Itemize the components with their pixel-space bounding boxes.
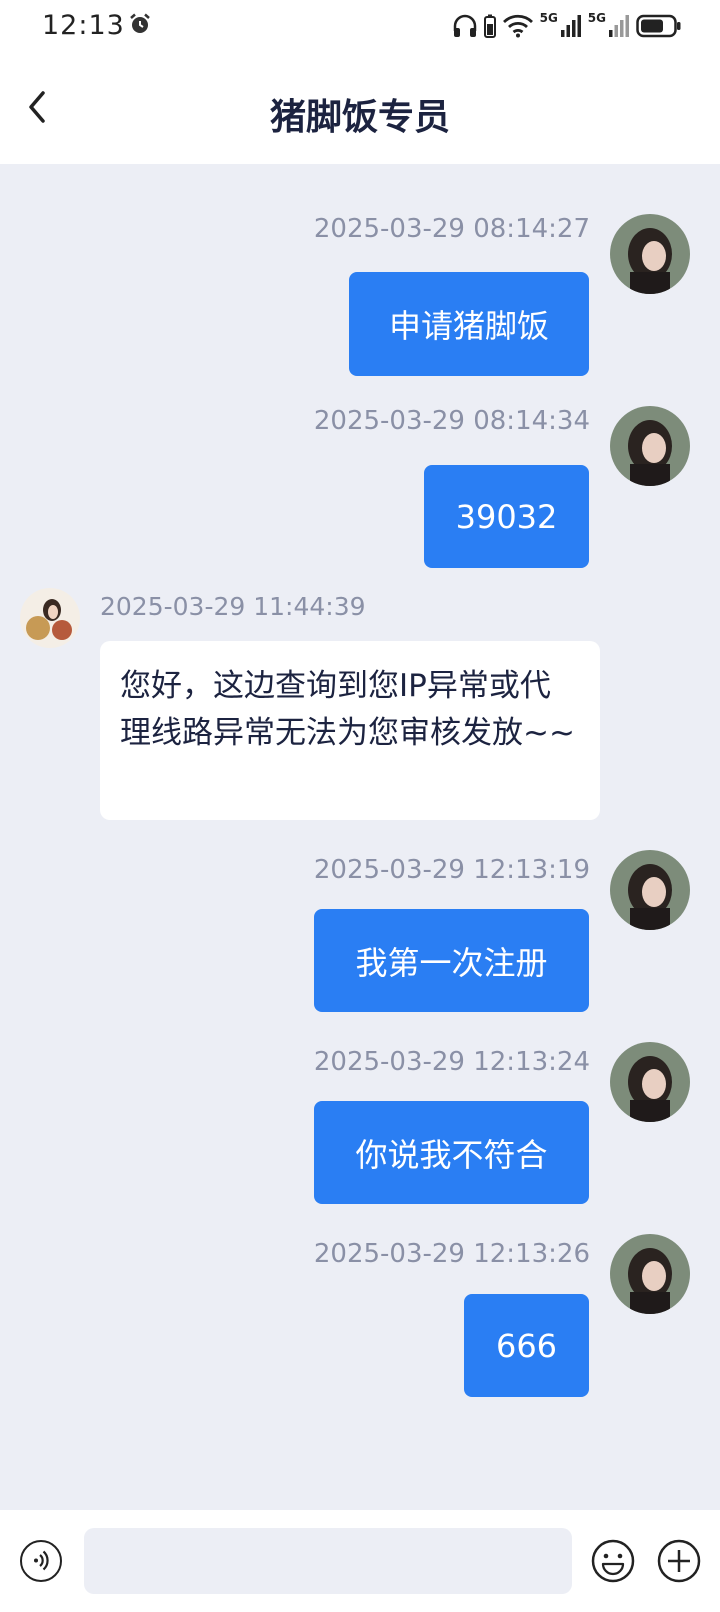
avatar[interactable] <box>610 1042 690 1122</box>
status-time: 12:13 <box>42 10 125 41</box>
avatar[interactable] <box>610 1234 690 1314</box>
avatar[interactable] <box>610 850 690 930</box>
page-title: 猪脚饭专员 <box>269 97 450 138</box>
message-bubble[interactable]: 你说我不符合 <box>314 1101 589 1204</box>
network-type-label: 5G <box>539 11 558 25</box>
avatar-agent[interactable] <box>20 588 80 648</box>
headphones-icon <box>453 14 476 37</box>
message-timestamp: 2025-03-29 12:13:26 <box>313 1239 590 1269</box>
voice-icon <box>34 1550 49 1571</box>
plus-icon[interactable] <box>656 1538 702 1584</box>
message-timestamp: 2025-03-29 11:44:39 <box>100 592 366 621</box>
message-input[interactable] <box>84 1528 572 1594</box>
chat-header: 猪脚饭专员 <box>0 54 720 164</box>
message-bubble[interactable]: 申请猪脚饭 <box>349 272 589 376</box>
emoji-icon[interactable] <box>590 1538 636 1584</box>
status-icons: 5G 5G <box>452 12 682 40</box>
avatar[interactable] <box>610 406 690 486</box>
message-bubble[interactable]: 您好，这边查询到您IP异常或代理线路异常无法为您审核发放~~ <box>100 641 600 820</box>
wifi-icon <box>502 14 533 38</box>
message-timestamp: 2025-03-29 12:13:19 <box>313 855 590 885</box>
composer-bar <box>0 1510 720 1612</box>
status-bar: 12:13 5G 5G <box>0 0 720 54</box>
message-bubble[interactable]: 我第一次注册 <box>314 909 589 1012</box>
signal-icon-2 <box>609 15 629 37</box>
message-timestamp: 2025-03-29 08:14:27 <box>313 214 590 244</box>
message-timestamp: 2025-03-29 08:14:34 <box>313 406 590 436</box>
alarm-icon <box>130 13 150 33</box>
battery-icon <box>636 14 681 38</box>
network-type-label-2: 5G <box>587 11 606 25</box>
signal-icon <box>560 15 581 37</box>
avatar[interactable] <box>610 214 690 294</box>
battery-small-icon <box>483 14 496 38</box>
voice-button[interactable] <box>20 1540 62 1582</box>
message-timestamp: 2025-03-29 12:13:24 <box>313 1047 590 1077</box>
message-bubble[interactable]: 39032 <box>424 465 589 568</box>
message-bubble[interactable]: 666 <box>464 1294 589 1397</box>
